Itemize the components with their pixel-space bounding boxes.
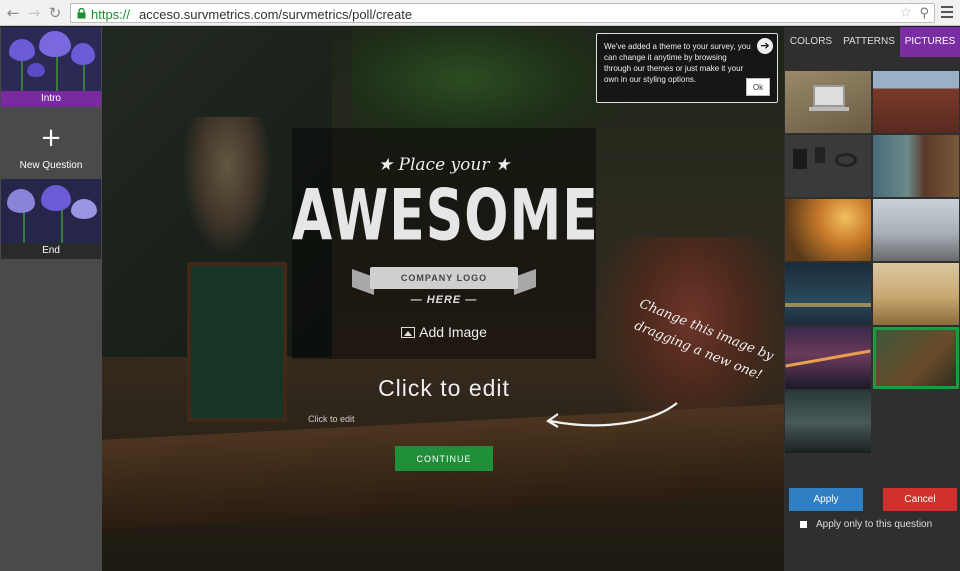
add-image-label: Add Image <box>419 324 487 340</box>
apply-only-label: Apply only to this question <box>816 519 933 530</box>
add-question-icon[interactable]: + <box>0 123 102 153</box>
apply-only-checkbox-row[interactable]: Apply only to this question <box>800 519 933 530</box>
logo-ribbon: COMPANY LOGO <box>370 267 518 289</box>
subtitle-editable[interactable]: Click to edit <box>308 414 355 424</box>
picture-thumb-beach[interactable] <box>873 199 959 261</box>
apply-only-checkbox[interactable] <box>800 521 807 528</box>
curved-arrow-icon <box>545 402 678 428</box>
tooltip-ok-button[interactable]: Ok <box>746 78 770 96</box>
slide-label-intro[interactable]: Intro <box>1 91 101 107</box>
cancel-button[interactable]: Cancel <box>883 488 957 511</box>
picture-thumb-cabin[interactable] <box>873 135 959 197</box>
bookmark-star-icon[interactable]: ☆ <box>899 5 912 21</box>
apply-button[interactable]: Apply <box>789 488 863 511</box>
logo-bottom-text: — HERE — <box>410 294 478 306</box>
reload-icon[interactable]: ↻ <box>46 4 64 22</box>
picture-thumb-laptop[interactable] <box>785 71 871 133</box>
add-image-button[interactable]: Add Image <box>292 324 596 340</box>
theme-panel: COLORS PATTERNS PICTURES Apply Cancel Ap… <box>784 27 960 571</box>
survey-canvas[interactable]: ★ Place your ★ AWESOME COMPANY LOGO — HE… <box>102 27 784 571</box>
address-bar[interactable]: https:// acceso.survmetrics.com/survmetr… <box>70 3 935 23</box>
lock-icon <box>77 8 86 19</box>
theme-tooltip: We've added a theme to your survey, you … <box>596 33 778 103</box>
forward-arrow-icon[interactable]: → <box>25 4 43 22</box>
zoom-icon[interactable]: ⚲ <box>919 6 929 21</box>
slide-thumbnail-intro[interactable] <box>1 27 101 91</box>
picture-thumb-couple[interactable] <box>873 263 959 325</box>
back-arrow-icon[interactable]: ← <box>4 4 22 22</box>
picture-thumb-sunset-girl[interactable] <box>785 199 871 261</box>
url-path: acceso.survmetrics.com/survmetrics/poll/… <box>139 7 413 22</box>
image-icon <box>401 327 416 338</box>
picture-thumb-gadgets[interactable] <box>785 135 871 197</box>
logo-main-text: AWESOME <box>292 176 599 257</box>
slide-thumbnail-end[interactable] <box>1 179 101 243</box>
picture-thumb-abstract[interactable] <box>785 391 871 453</box>
tooltip-text: We've added a theme to your survey, you … <box>604 42 751 84</box>
picture-thumb-building[interactable] <box>873 71 959 133</box>
logo-placeholder[interactable]: ★ Place your ★ AWESOME COMPANY LOGO — HE… <box>292 128 599 359</box>
logo-top-text: ★ Place your ★ <box>377 155 511 175</box>
tab-patterns[interactable]: PATTERNS <box>838 27 900 57</box>
slides-sidebar: Intro + New Question End <box>0 27 102 571</box>
next-arrow-icon[interactable]: ➔ <box>757 38 773 54</box>
new-question-label[interactable]: New Question <box>0 160 102 171</box>
url-scheme: https:// <box>91 7 131 22</box>
picture-thumb-cafe-selected[interactable] <box>873 327 959 389</box>
picture-thumb-bridge[interactable] <box>785 327 871 389</box>
browser-menu-icon[interactable] <box>941 6 953 18</box>
continue-button[interactable]: CONTINUE <box>395 446 493 471</box>
browser-chrome: ← → ↻ https:// acceso.survmetrics.com/su… <box>0 0 960 26</box>
tab-colors[interactable]: COLORS <box>784 27 838 57</box>
tab-pictures[interactable]: PICTURES <box>900 27 960 57</box>
slide-label-end[interactable]: End <box>1 243 101 259</box>
picture-thumb-city-night[interactable] <box>785 263 871 325</box>
